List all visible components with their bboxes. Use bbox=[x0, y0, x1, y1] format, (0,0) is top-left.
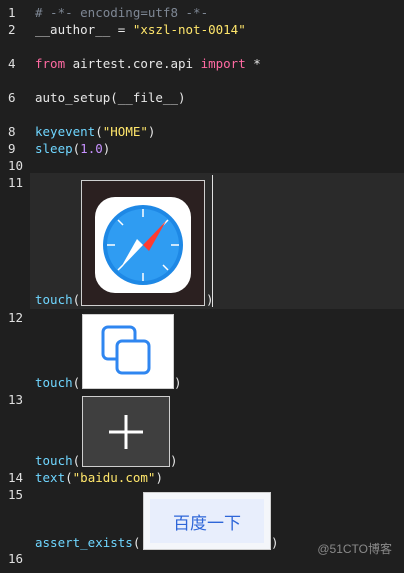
code-line-author: __author__ = "xszl-not-0014" bbox=[35, 21, 246, 38]
line-number: 4 bbox=[8, 56, 16, 71]
code-token-number: 1.0 bbox=[80, 141, 103, 156]
copy-image-template[interactable] bbox=[82, 314, 174, 389]
watermark: @51CTO博客 bbox=[317, 542, 392, 556]
code-token-keyword: from bbox=[35, 56, 66, 71]
safari-icon bbox=[95, 197, 191, 293]
code-token-function: touch bbox=[35, 375, 73, 390]
code-token-string: "baidu.com" bbox=[72, 470, 156, 485]
code-token-function: keyevent bbox=[35, 124, 96, 139]
code-line-keyevent: keyevent("HOME") bbox=[35, 123, 155, 140]
code-token: ( bbox=[72, 375, 81, 390]
plus-icon bbox=[109, 415, 143, 449]
code-line-auto-setup: auto_setup(__file__) bbox=[35, 90, 186, 105]
line-number: 15 bbox=[8, 487, 24, 502]
code-token: ) bbox=[174, 375, 182, 390]
code-line-import: from airtest.core.api import * bbox=[35, 55, 261, 72]
code-line-assert-exists: assert_exists( bbox=[35, 534, 140, 551]
code-token: ) bbox=[155, 470, 163, 485]
code-token-string: "HOME" bbox=[102, 124, 148, 139]
text-cursor bbox=[212, 175, 213, 307]
code-token: ( bbox=[132, 535, 141, 550]
code-token-function: text bbox=[35, 470, 66, 485]
code-line-sleep: sleep(1.0) bbox=[35, 140, 110, 157]
code-token: ( bbox=[65, 470, 73, 485]
code-token: ( bbox=[95, 124, 103, 139]
code-token: * bbox=[245, 56, 261, 71]
baidu-search-button-label: 百度一下 bbox=[150, 499, 264, 543]
line-number: 14 bbox=[8, 470, 24, 485]
line-number: 2 bbox=[8, 22, 16, 37]
code-token: ( bbox=[72, 453, 81, 468]
line-number: 8 bbox=[8, 124, 16, 139]
plus-image-template[interactable] bbox=[82, 396, 170, 467]
code-line-text: text("baidu.com") bbox=[35, 469, 163, 486]
baidu-button-image-template[interactable]: 百度一下 bbox=[143, 492, 271, 550]
code-editor[interactable]: 1 2 4 6 8 9 10 11 12 13 14 15 16 # -*- e… bbox=[0, 0, 404, 573]
line-number: 11 bbox=[8, 175, 24, 190]
line-number: 12 bbox=[8, 310, 24, 325]
code-token: ) bbox=[271, 535, 279, 550]
line-number: 16 bbox=[8, 551, 24, 566]
copy-tabs-icon bbox=[101, 325, 151, 375]
code-token-function: sleep bbox=[35, 141, 73, 156]
code-token: airtest.core.api bbox=[65, 56, 201, 71]
code-line-touch-plus: touch( bbox=[35, 452, 80, 469]
code-token: ) bbox=[102, 141, 111, 156]
code-token: ) bbox=[170, 453, 178, 468]
code-token-function: touch bbox=[35, 292, 73, 307]
safari-image-template[interactable] bbox=[81, 180, 205, 306]
line-number: 13 bbox=[8, 392, 24, 407]
code-line-touch-safari: touch( bbox=[35, 291, 80, 308]
code-token-string: "xszl-not-0014" bbox=[132, 22, 246, 37]
line-number: 1 bbox=[8, 5, 16, 20]
code-line-comment: # -*- encoding=utf8 -*- bbox=[35, 5, 209, 20]
line-number: 10 bbox=[8, 158, 24, 173]
code-line-touch-copy: touch( bbox=[35, 374, 80, 391]
code-token: ( bbox=[72, 292, 81, 307]
code-token: __author__ = bbox=[35, 22, 133, 37]
code-token-function: assert_exists bbox=[35, 535, 133, 550]
line-number: 6 bbox=[8, 90, 16, 105]
code-token: ) bbox=[147, 124, 156, 139]
line-number: 9 bbox=[8, 141, 16, 156]
code-token-keyword: import bbox=[200, 56, 246, 71]
code-token-function: touch bbox=[35, 453, 73, 468]
